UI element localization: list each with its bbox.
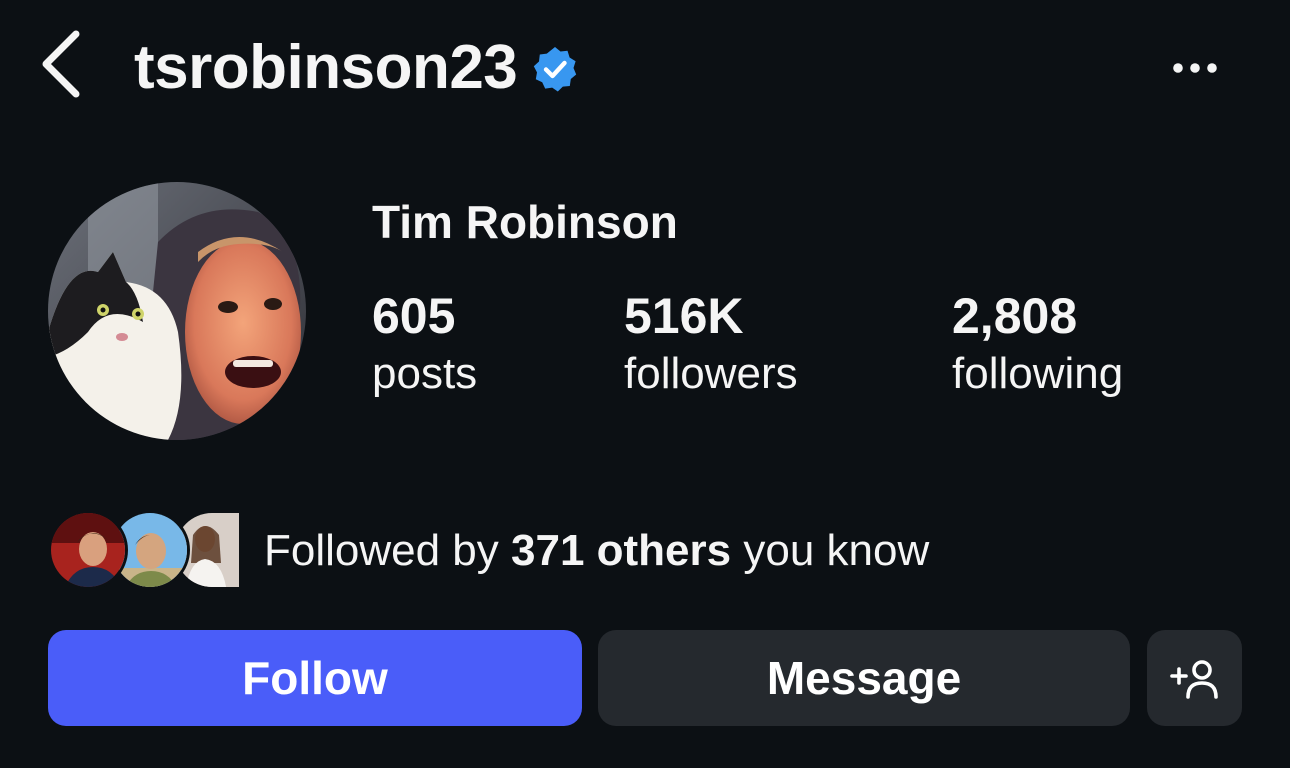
- more-horizontal-icon: [1173, 63, 1217, 73]
- followed-by-prefix: Followed by: [264, 526, 499, 575]
- profile-avatar[interactable]: [48, 182, 306, 440]
- followers-count: 516K: [624, 288, 744, 344]
- followed-by-text: Followed by 371 others you know: [264, 526, 929, 576]
- following-count: 2,808: [952, 288, 1078, 344]
- chevron-left-icon: [42, 30, 80, 98]
- more-options-button[interactable]: [1160, 44, 1230, 92]
- followers-label: followers: [624, 348, 798, 398]
- add-person-icon: [1169, 660, 1218, 699]
- mutual-avatars: [48, 508, 244, 594]
- verified-badge-icon: [534, 47, 577, 92]
- profile-page: tsrobinson23 Tim Robinson 605 posts 516K…: [0, 0, 1290, 768]
- follow-button[interactable]: Follow: [48, 630, 582, 726]
- followed-by-count: 371 others: [511, 526, 732, 575]
- followed-by-suffix: you know: [743, 526, 930, 575]
- posts-count: 605: [372, 288, 456, 344]
- profile-header: tsrobinson23: [0, 0, 1290, 140]
- back-button[interactable]: [30, 28, 90, 100]
- stat-followers[interactable]: 516K followers: [624, 288, 798, 401]
- mutual-avatar: [48, 510, 128, 590]
- stat-following[interactable]: 2,808 following: [952, 288, 1123, 401]
- username: tsrobinson23: [134, 33, 518, 102]
- following-label: following: [952, 348, 1124, 398]
- posts-label: posts: [372, 348, 478, 398]
- suggested-accounts-button[interactable]: [1147, 630, 1242, 726]
- stat-posts[interactable]: 605 posts: [372, 288, 477, 401]
- mutual-followers[interactable]: Followed by 371 others you know: [48, 508, 929, 594]
- username-row: tsrobinson23: [134, 30, 579, 106]
- display-name: Tim Robinson: [372, 196, 678, 248]
- profile-photo: [48, 182, 306, 440]
- message-button[interactable]: Message: [598, 630, 1130, 726]
